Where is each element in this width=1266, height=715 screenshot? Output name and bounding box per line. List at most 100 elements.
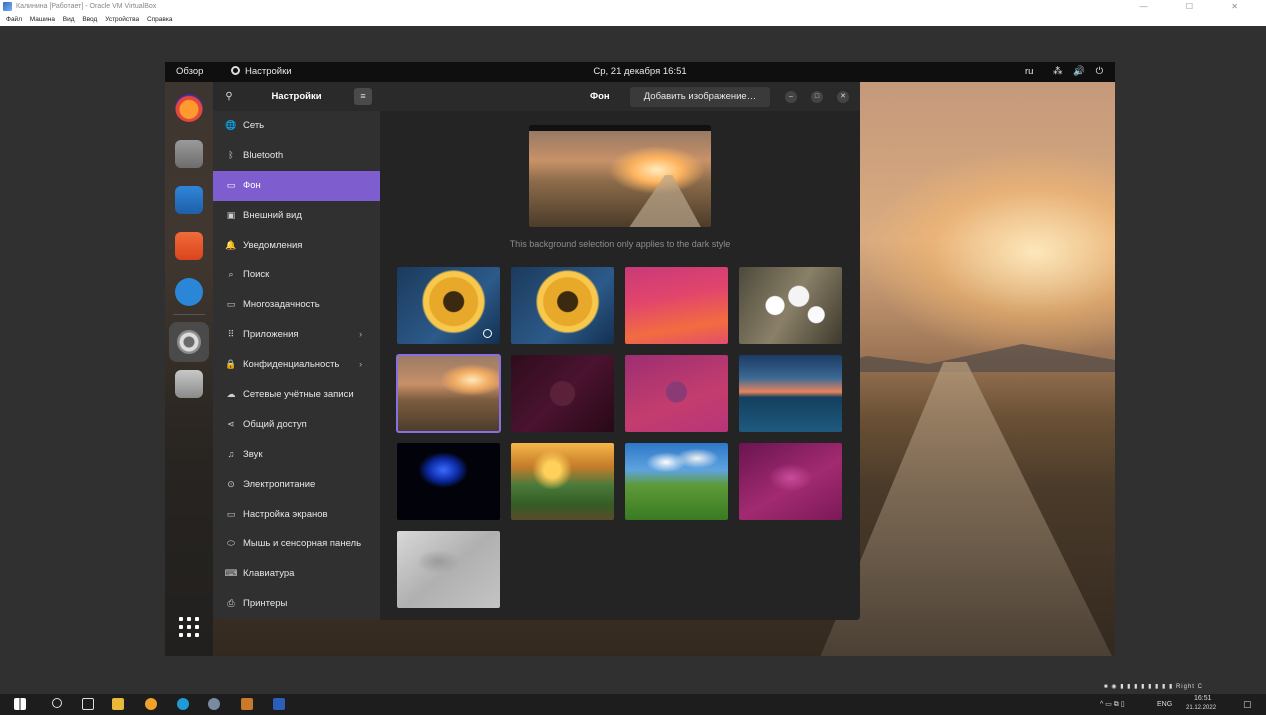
virtualbox-taskbar-icon[interactable] [241,698,253,710]
sidebar-item[interactable]: 🔒 Конфиденциальность › [213,350,380,380]
sidebar-item-label: Сетевые учётные записи [243,389,354,401]
dock [165,82,213,656]
word-icon[interactable] [273,698,285,710]
host-menu-input[interactable]: Ввод [82,16,97,23]
sidebar-item[interactable]: 🔔 Уведомления [213,231,380,261]
file-explorer-icon[interactable] [112,698,124,710]
wallpaper-thumb-blossom[interactable] [739,267,842,344]
sidebar-item-icon: ⌕ [228,269,234,280]
trash-icon[interactable] [175,370,203,398]
sidebar-item-label: Звук [243,448,263,460]
sidebar-title: Настройки [271,91,322,102]
task-view-icon[interactable] [82,698,94,710]
chevron-right-icon: › [359,359,363,371]
wallpaper-thumb-blue-jellyfish[interactable] [397,443,500,520]
keyboard-layout-indicator[interactable]: ru [1025,62,1033,82]
sidebar-item-icon: 🌐 [225,120,237,130]
sidebar-item-icon: ☁ [226,389,236,400]
sidebar-item-icon: ⬭ [227,538,235,549]
sidebar-item[interactable]: ⬭ Мышь и сенсорная панель [213,529,380,559]
writer-icon[interactable] [175,186,203,214]
settings-icon-active-bg[interactable] [169,322,209,362]
firefox-icon[interactable] [175,94,203,122]
edge-icon[interactable] [177,698,189,710]
host-window-controls[interactable]: — ☐ ✕ [1140,0,1256,13]
sidebar-item[interactable]: ⊙ Электропитание [213,470,380,500]
dock-separator [173,314,205,315]
app-center-icon[interactable] [175,232,203,260]
sidebar-item-icon: 🔒 [225,359,237,370]
wallpaper-thumb-valley-sunset[interactable] [511,443,614,520]
settings-taskbar-icon[interactable] [208,698,220,710]
sidebar-item[interactable]: ⌕ Поиск [213,260,380,290]
host-key-label: Right C [1175,684,1203,690]
add-picture-button[interactable]: Добавить изображение… [630,87,770,107]
wallpaper-thumb-purple-jellyfish[interactable] [739,443,842,520]
help-icon[interactable] [175,278,203,306]
host-menu-machine[interactable]: Машина [30,16,55,23]
sidebar-item-label: Электропитание [243,478,316,490]
host-window-title-bar: Калинина [Работает] - Oracle VM VirtualB… [0,0,1266,13]
sidebar-item-icon: ⎙ [227,598,235,609]
host-menu-file[interactable]: Файл [6,16,22,23]
guest-desktop: Обзор Настройки Ср, 21 декабря 16:51 ru … [165,62,1115,656]
chrome-icon[interactable] [145,698,157,710]
background-preview [529,125,711,227]
sidebar-item-label: Приложения [243,329,299,341]
sidebar-item-label: Внешний вид [243,209,302,221]
wallpaper-thumb-magenta-jellyfish[interactable] [625,355,728,432]
wallpaper-thumb-lake-sunset[interactable] [739,355,842,432]
search-icon-taskbar[interactable] [52,698,62,708]
wallpaper-thumb-sunflower-dark[interactable] [397,267,500,344]
wallpaper-thumb-sunflower-light[interactable] [511,267,614,344]
sidebar-item[interactable]: ⠿ Приложения › [213,320,380,350]
notifications-icon[interactable]: ▢ [1243,699,1252,710]
sidebar-item[interactable]: ▣ Внешний вид [213,201,380,231]
sidebar-item[interactable]: 🌐 Сеть [213,111,380,141]
taskbar-date[interactable]: 21.12.2022 [1186,705,1216,711]
sidebar-item[interactable]: ⎙ Принтеры [213,589,380,619]
content-header: Фон Добавить изображение… – □ ✕ [380,82,860,111]
sidebar-header: ⚲ Настройки ≡ [213,82,380,111]
settings-sidebar: ⚲ Настройки ≡ 🌐 Сеть ᛒ Bluetooth ▭ Фон ▣ Внешни… [213,82,380,620]
maximize-icon[interactable]: □ [811,91,823,103]
tray-icons[interactable]: ^ ▭ ⧉ ▯ [1100,700,1125,709]
sidebar-item-label: Многозадачность [243,299,320,311]
sidebar-item-icon: ▭ [226,179,236,190]
sidebar-item-label: Мышь и сенсорная панель [243,538,362,550]
host-menu-help[interactable]: Справка [147,16,173,23]
wallpaper-thumb-road-sunset[interactable] [396,354,501,433]
sidebar-item[interactable]: ⋖ Общий доступ [213,410,380,440]
language-indicator[interactable]: ENG [1157,701,1172,708]
files-icon[interactable] [175,140,203,168]
sidebar-item[interactable]: ▭ Настройка экранов [213,500,380,530]
sidebar-item-label: Сеть [243,120,265,131]
sidebar-item[interactable]: ♫ Звук [213,440,380,470]
sidebar-item-icon: 🔔 [225,239,237,250]
gnome-top-bar: Обзор Настройки Ср, 21 декабря 16:51 ru … [165,62,1115,82]
sidebar-item[interactable]: ▭ Многозадачность [213,290,380,320]
host-menu-view[interactable]: Вид [63,16,75,23]
wallpaper-thumb-green-hills[interactable] [625,443,728,520]
sidebar-item[interactable]: ⌨ Клавиатура [213,559,380,589]
hamburger-menu-icon[interactable]: ≡ [354,88,372,105]
show-apps-icon[interactable] [177,615,201,639]
current-marker-icon [483,329,492,338]
sidebar-item[interactable]: ▭ Фон [213,170,380,201]
wallpaper-thumb-magenta-waves[interactable] [625,267,728,344]
host-menu-devices[interactable]: Устройства [105,16,139,23]
clock[interactable]: Ср, 21 декабря 16:51 [165,62,1115,82]
sidebar-list: 🌐 Сеть ᛒ Bluetooth ▭ Фон ▣ Внешний вид 🔔 Уведомле… [213,111,380,619]
minimize-icon[interactable]: – [785,91,797,103]
wallpaper-thumb-gray-jellyfish[interactable] [397,531,500,608]
windows-start-icon[interactable] [14,698,26,710]
taskbar-time[interactable]: 16:51 [1194,695,1212,702]
sidebar-item[interactable]: ☁ Сетевые учётные записи [213,380,380,410]
preview-road [629,175,701,227]
host-menu-bar: Файл Машина Вид Ввод Устройства Справка [0,13,1266,26]
search-icon[interactable]: ⚲ [219,87,239,106]
wallpaper-thumb-dark-jellyfish[interactable] [511,355,614,432]
close-icon[interactable]: ✕ [837,91,849,103]
system-menu[interactable]: ⁂ 🔊 ⏻ [1053,62,1107,82]
sidebar-item[interactable]: ᛒ Bluetooth [213,141,380,171]
